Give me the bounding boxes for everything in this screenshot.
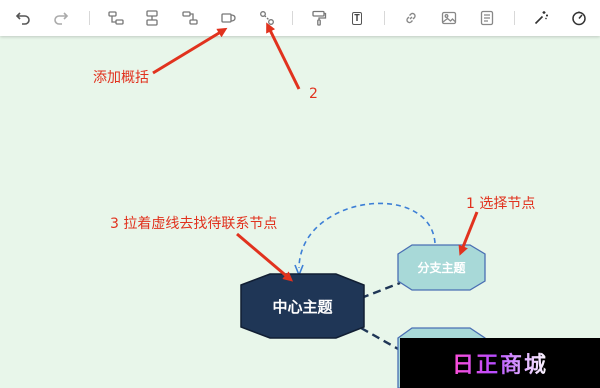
add-summary-icon[interactable] [218, 7, 240, 29]
add-subtopic-icon[interactable] [105, 7, 127, 29]
text-box-icon[interactable]: T [346, 7, 368, 29]
toolbar: T [0, 0, 600, 36]
toolbar-divider [514, 11, 515, 25]
link-icon[interactable] [400, 7, 422, 29]
add-relation-icon[interactable] [256, 7, 278, 29]
central-topic-label: 中心主题 [272, 297, 333, 316]
watermark-text: 日正商城 [452, 347, 548, 379]
redo-icon[interactable] [50, 7, 72, 29]
magic-wand-icon[interactable] [530, 7, 552, 29]
toolbar-divider [292, 11, 293, 25]
text-box-glyph: T [351, 11, 363, 25]
navigator-icon[interactable] [568, 7, 590, 29]
branch-topic-label: 分支主题 [417, 261, 466, 275]
add-sibling-icon[interactable] [141, 7, 163, 29]
toolbar-divider [384, 11, 385, 25]
annotation-step-2: 2 [309, 86, 318, 102]
note-icon[interactable] [476, 7, 498, 29]
image-icon[interactable] [438, 7, 460, 29]
format-painter-icon[interactable] [308, 7, 330, 29]
undo-icon[interactable] [12, 7, 34, 29]
watermark-logo: 日正商城 [400, 338, 600, 388]
annotation-add-summary: 添加概括 [93, 70, 149, 86]
annotation-step-1: 1 选择节点 [466, 196, 536, 212]
add-parent-icon[interactable] [179, 7, 201, 29]
toolbar-divider [89, 11, 90, 25]
annotation-step-3: 3 拉着虚线去找待联系节点 [110, 216, 278, 232]
